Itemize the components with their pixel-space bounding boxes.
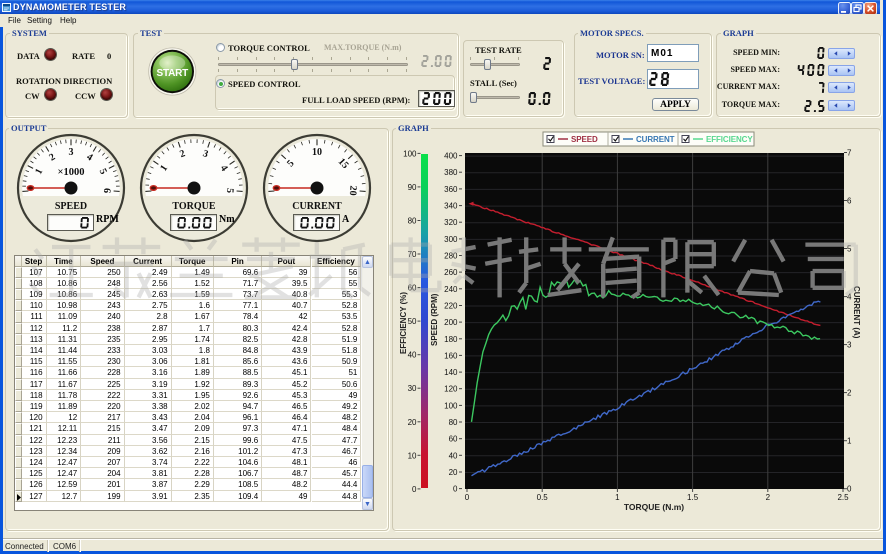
svg-text:380: 380 xyxy=(444,168,458,177)
svg-text:5: 5 xyxy=(224,188,235,194)
svg-text:160: 160 xyxy=(444,351,458,360)
svg-text:400: 400 xyxy=(444,152,458,161)
svg-text:TORQUE (N.m): TORQUE (N.m) xyxy=(624,502,684,512)
svg-text:90: 90 xyxy=(408,183,417,192)
svg-text:320: 320 xyxy=(444,218,458,227)
svg-text:1: 1 xyxy=(847,437,852,446)
svg-text:0: 0 xyxy=(453,485,458,494)
svg-text:50: 50 xyxy=(408,317,417,326)
svg-text:0: 0 xyxy=(465,493,470,502)
svg-text:0.5: 0.5 xyxy=(537,493,549,502)
svg-text:100: 100 xyxy=(403,149,417,158)
svg-text:SPEED: SPEED xyxy=(55,201,87,212)
svg-text:TORQUE: TORQUE xyxy=(172,201,215,212)
svg-text:2.5: 2.5 xyxy=(837,493,849,502)
svg-text:140: 140 xyxy=(444,368,458,377)
svg-text:100: 100 xyxy=(444,401,458,410)
svg-text:10: 10 xyxy=(312,147,322,158)
svg-text:180: 180 xyxy=(444,335,458,344)
svg-text:80: 80 xyxy=(449,418,458,427)
svg-text:3: 3 xyxy=(847,341,852,350)
svg-text:40: 40 xyxy=(449,451,458,460)
svg-text:7: 7 xyxy=(847,149,852,158)
svg-text:1: 1 xyxy=(615,493,620,502)
svg-text:2: 2 xyxy=(766,493,771,502)
svg-text:0: 0 xyxy=(412,485,417,494)
svg-text:6: 6 xyxy=(847,197,852,206)
svg-text:3: 3 xyxy=(69,147,74,158)
svg-text:20: 20 xyxy=(408,418,417,427)
svg-text:60: 60 xyxy=(449,435,458,444)
svg-text:120: 120 xyxy=(444,385,458,394)
svg-text:×1000: ×1000 xyxy=(58,167,85,178)
svg-text:20: 20 xyxy=(347,185,359,196)
svg-text:6: 6 xyxy=(101,188,112,194)
svg-text:340: 340 xyxy=(444,202,458,211)
svg-text:80: 80 xyxy=(408,217,417,226)
svg-text:40: 40 xyxy=(408,351,417,360)
svg-text:1.5: 1.5 xyxy=(687,493,699,502)
svg-text:30: 30 xyxy=(408,384,417,393)
svg-text:CURRENT: CURRENT xyxy=(292,201,342,212)
svg-text:2: 2 xyxy=(847,389,852,398)
svg-text:360: 360 xyxy=(444,185,458,194)
svg-text:10: 10 xyxy=(408,451,417,460)
svg-text:20: 20 xyxy=(449,468,458,477)
svg-text:200: 200 xyxy=(444,318,458,327)
